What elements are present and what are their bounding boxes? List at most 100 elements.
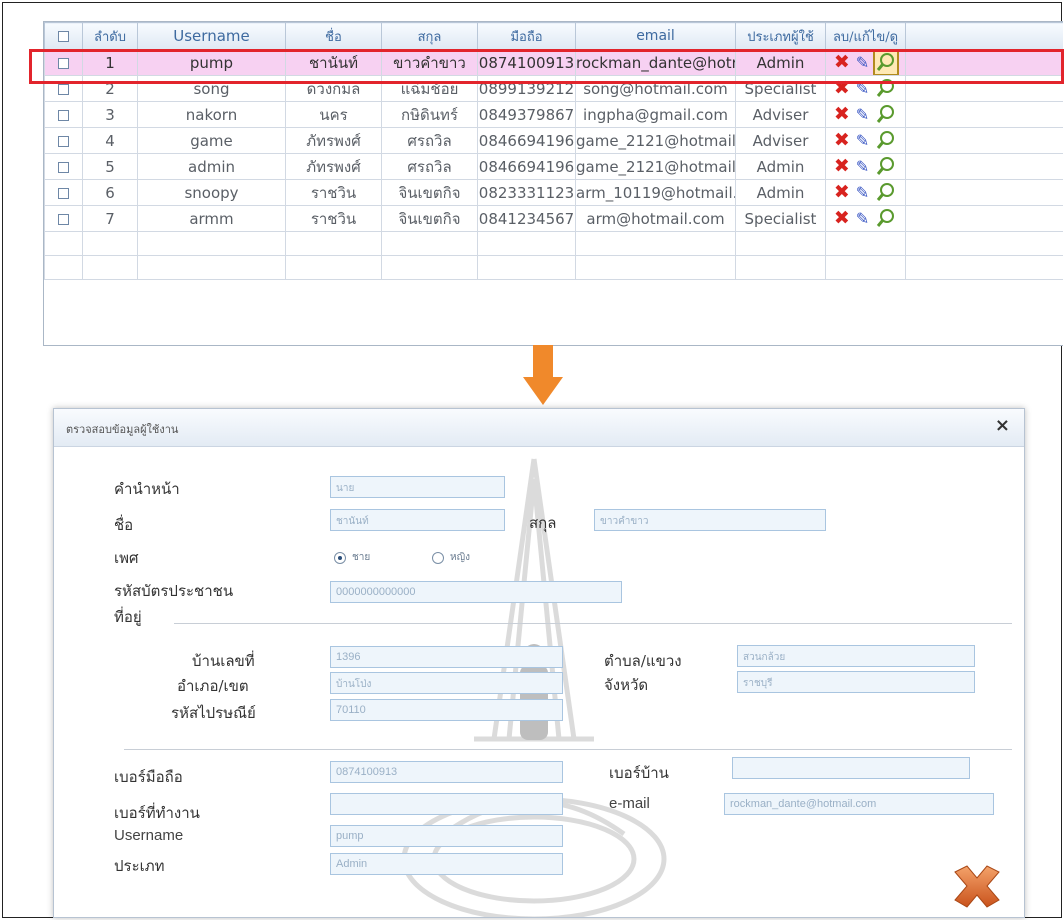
delete-icon[interactable]: ✖ bbox=[834, 209, 850, 228]
table-row[interactable]: 4 game ภัทรพงศ์ ศรถวิล 0846694196 game_2121@h… bbox=[44, 127, 1063, 154]
close-x-icon[interactable] bbox=[949, 864, 1005, 909]
view-icon[interactable] bbox=[875, 156, 897, 178]
grid-header-row: ลำดับ Username ชื่อ สกุล มือถือ email ปร… bbox=[44, 22, 1063, 50]
select-cell[interactable] bbox=[44, 205, 83, 232]
col-header-email[interactable]: email bbox=[575, 22, 736, 50]
district-field[interactable]: บ้านโป่ง bbox=[330, 672, 563, 694]
name-cell: ราชวิน bbox=[285, 205, 382, 232]
col-header-no[interactable]: ลำดับ bbox=[82, 22, 138, 50]
edit-icon[interactable]: ✎ bbox=[856, 158, 869, 175]
view-icon[interactable] bbox=[875, 104, 897, 126]
mobile-label: เบอร์มือถือ bbox=[114, 768, 183, 786]
spacer-cell bbox=[905, 179, 1063, 206]
table-row[interactable]: 2 song ดวงกมล แฉ่มช้อย 0899139212 song@hotmai… bbox=[44, 75, 1063, 102]
select-cell[interactable] bbox=[44, 75, 83, 102]
name-cell: ภัทรพงศ์ bbox=[285, 127, 382, 154]
select-cell[interactable] bbox=[44, 153, 83, 180]
close-icon[interactable]: × bbox=[995, 417, 1010, 435]
surname-cell: ขาวคำขาว bbox=[381, 49, 478, 76]
row-checkbox[interactable] bbox=[58, 135, 69, 147]
empty-row bbox=[44, 255, 1063, 280]
row-checkbox[interactable] bbox=[58, 161, 69, 173]
view-icon[interactable] bbox=[875, 182, 897, 204]
email-field[interactable]: rockman_dante@hotmail.com bbox=[724, 793, 994, 815]
prefix-field[interactable]: นาย bbox=[330, 476, 505, 498]
delete-icon[interactable]: ✖ bbox=[834, 183, 850, 202]
gender-female-text: หญิง bbox=[450, 552, 470, 563]
house-no-label: บ้านเลขที่ bbox=[192, 652, 255, 670]
table-row[interactable]: 5 admin ภัทรพงศ์ ศรถวิล 0846694196 game_2121@… bbox=[44, 153, 1063, 180]
select-cell[interactable] bbox=[44, 49, 83, 76]
delete-icon[interactable]: ✖ bbox=[834, 131, 850, 150]
edit-icon[interactable]: ✎ bbox=[856, 132, 869, 149]
select-cell[interactable] bbox=[44, 127, 83, 154]
surname-field[interactable]: ขาวคำขาว bbox=[594, 509, 826, 531]
delete-icon[interactable]: ✖ bbox=[834, 79, 850, 98]
table-row[interactable]: 1 pump ชานันท์ ขาวคำขาว 0874100913 rockman_da… bbox=[44, 49, 1063, 76]
spacer-cell bbox=[905, 101, 1063, 128]
view-icon[interactable] bbox=[875, 208, 897, 230]
edit-icon[interactable]: ✎ bbox=[856, 184, 869, 201]
col-header-name[interactable]: ชื่อ bbox=[285, 22, 382, 50]
select-cell[interactable] bbox=[44, 101, 83, 128]
mobile-cell: 0874100913 bbox=[477, 49, 576, 76]
edit-icon[interactable]: ✎ bbox=[856, 106, 869, 123]
row-checkbox[interactable] bbox=[58, 187, 69, 199]
house-no-field[interactable]: 1396 bbox=[330, 646, 563, 668]
mobile-field[interactable]: 0874100913 bbox=[330, 761, 563, 783]
name-cell: ภัทรพงศ์ bbox=[285, 153, 382, 180]
col-header-surname[interactable]: สกุล bbox=[381, 22, 478, 50]
postcode-field[interactable]: 70110 bbox=[330, 699, 563, 721]
mobile-cell: 0841234567 bbox=[477, 205, 576, 232]
username-cell: song bbox=[137, 75, 286, 102]
actions-cell: ✖ ✎ bbox=[825, 101, 906, 128]
name-field[interactable]: ชานันท์ bbox=[330, 509, 505, 531]
row-checkbox[interactable] bbox=[58, 83, 69, 95]
view-icon[interactable] bbox=[875, 78, 897, 100]
edit-icon[interactable]: ✎ bbox=[856, 210, 869, 227]
edit-icon[interactable]: ✎ bbox=[856, 54, 869, 71]
row-checkbox[interactable] bbox=[58, 109, 69, 121]
col-header-username[interactable]: Username bbox=[137, 22, 286, 50]
user-detail-dialog: ตรวจสอบข้อมูลผู้ใช้งาน × คำนำหน้า ชื่อ ส… bbox=[53, 408, 1025, 918]
edit-icon[interactable]: ✎ bbox=[856, 80, 869, 97]
delete-icon[interactable]: ✖ bbox=[834, 157, 850, 176]
address-label: ที่อยู่ bbox=[114, 608, 142, 626]
email-cell: ingpha@gmail.com bbox=[575, 101, 736, 128]
actions-cell: ✖ ✎ bbox=[825, 75, 906, 102]
table-row[interactable]: 3 nakorn นคร กษิดินทร์ 0849379867 ingpha@gmai… bbox=[44, 101, 1063, 128]
gender-female-radio[interactable]: หญิง bbox=[432, 550, 470, 565]
row-checkbox[interactable] bbox=[58, 57, 69, 69]
empty-cell bbox=[905, 255, 1063, 280]
select-all-header[interactable] bbox=[44, 22, 83, 50]
table-row[interactable]: 7 armm ราชวิน จินเขตกิจ 0841234567 arm@hotmai… bbox=[44, 205, 1063, 232]
username-cell: pump bbox=[137, 49, 286, 76]
select-all-checkbox[interactable] bbox=[58, 30, 69, 42]
col-header-mobile[interactable]: มือถือ bbox=[477, 22, 576, 50]
province-label: จังหวัด bbox=[604, 676, 649, 694]
actions-cell: ✖ ✎ bbox=[825, 127, 906, 154]
type-field[interactable]: Admin bbox=[330, 853, 563, 875]
table-row[interactable]: 6 snoopy ราชวิน จินเขตกิจ 0823331123 arm_1011… bbox=[44, 179, 1063, 206]
subdistrict-field[interactable]: สวนกล้วย bbox=[737, 645, 975, 667]
username-cell: nakorn bbox=[137, 101, 286, 128]
surname-cell: กษิดินทร์ bbox=[381, 101, 478, 128]
no-cell: 3 bbox=[82, 101, 138, 128]
empty-cell bbox=[575, 255, 736, 280]
username-field[interactable]: pump bbox=[330, 825, 563, 847]
gender-male-radio[interactable]: ชาย bbox=[334, 550, 370, 565]
province-field[interactable]: ราชบุรี bbox=[737, 671, 975, 693]
row-checkbox[interactable] bbox=[58, 213, 69, 225]
work-phone-field[interactable] bbox=[330, 793, 563, 815]
select-cell[interactable] bbox=[44, 179, 83, 206]
view-icon[interactable] bbox=[873, 50, 900, 75]
surname-cell: ศรถวิล bbox=[381, 127, 478, 154]
contact-divider bbox=[124, 749, 1012, 750]
home-phone-field[interactable] bbox=[732, 757, 970, 779]
view-icon[interactable] bbox=[875, 130, 897, 152]
col-header-type[interactable]: ประเภทผู้ใช้ bbox=[735, 22, 826, 50]
delete-icon[interactable]: ✖ bbox=[834, 105, 850, 124]
delete-icon[interactable]: ✖ bbox=[834, 53, 850, 72]
id-card-field[interactable]: 0000000000000 bbox=[330, 581, 622, 603]
type-cell: Adviser bbox=[735, 101, 826, 128]
